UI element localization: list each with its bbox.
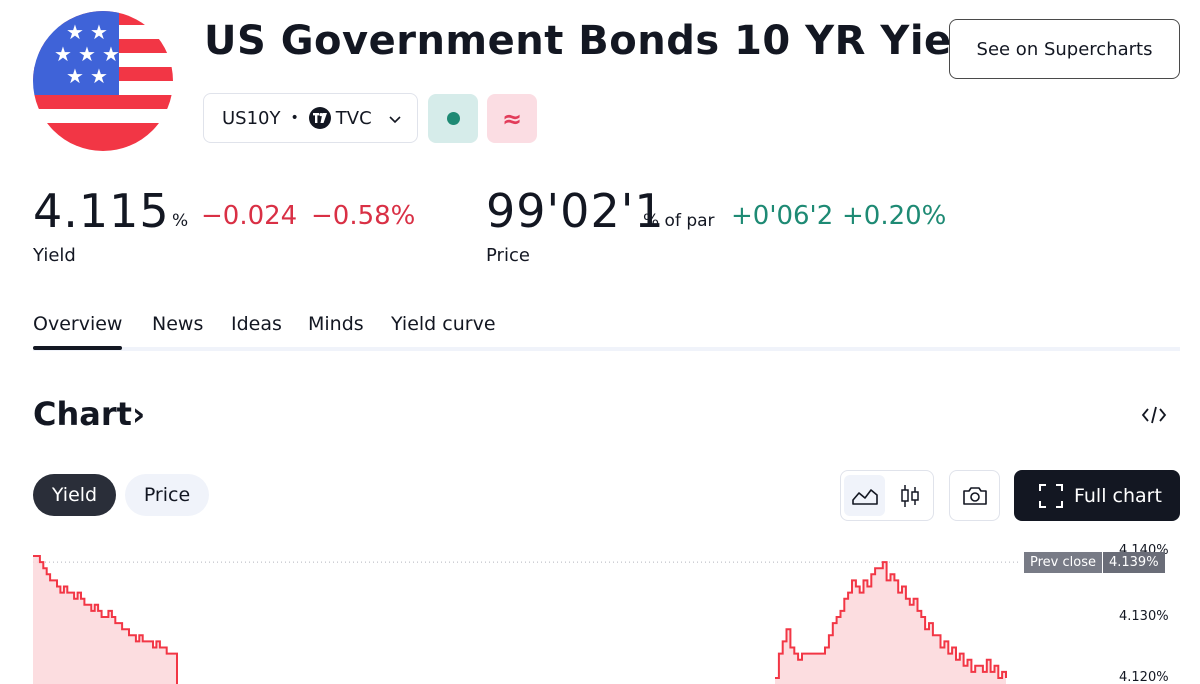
svg-text:★: ★ (78, 42, 96, 66)
symbol-selector[interactable]: US10Y • TVC (203, 93, 418, 143)
price-change: +0'06'2 (731, 201, 834, 231)
chart-type-group (840, 470, 934, 521)
full-chart-label: Full chart (1074, 484, 1162, 507)
area-chart-button[interactable] (844, 475, 885, 516)
camera-icon (962, 486, 987, 505)
yield-area-chart[interactable] (0, 540, 1200, 684)
chart-heading-link[interactable]: Chart› (33, 395, 145, 433)
market-open-dot-icon (446, 112, 460, 125)
price-value: 99'02'1 (486, 184, 665, 238)
chart-heading-text: Chart (33, 395, 132, 433)
symbol-ticker: US10Y (222, 107, 281, 129)
tab-yield-curve[interactable]: Yield curve (391, 313, 496, 335)
symbol-separator: • (290, 110, 299, 126)
prev-close-label: Prev close (1024, 552, 1102, 573)
yield-value: 4.115 (33, 184, 170, 238)
see-on-supercharts-button[interactable]: See on Supercharts (949, 19, 1180, 79)
prev-close-value: 4.139% (1102, 552, 1165, 573)
series-area-fill (33, 556, 177, 684)
full-chart-button[interactable]: Full chart (1014, 470, 1180, 521)
fullscreen-icon (1039, 483, 1063, 508)
approx-equal-icon: ≈ (501, 104, 523, 133)
tab-overview[interactable]: Overview (33, 313, 122, 335)
us-flag-icon: ★ ★ ★ ★ ★ ★ ★ (33, 11, 173, 151)
svg-text:★: ★ (66, 64, 84, 88)
svg-text:★: ★ (90, 20, 108, 44)
price-change-percent: +0.20% (842, 201, 947, 231)
svg-text:★: ★ (66, 20, 84, 44)
yield-change: −0.024 (201, 201, 298, 231)
y-axis-tick: 4.120% (1119, 670, 1169, 684)
code-embed-icon[interactable] (1140, 404, 1168, 426)
symbol-exchange: TVC (335, 107, 372, 129)
prev-close-tag: Prev close 4.139% (1024, 552, 1165, 573)
price-unit: % of par (643, 211, 715, 231)
active-tab-indicator (33, 346, 122, 350)
yield-unit: % (172, 211, 189, 231)
svg-text:★: ★ (90, 64, 108, 88)
page-title: US Government Bonds 10 YR Yield (204, 18, 996, 64)
y-axis-tick: 4.130% (1119, 609, 1169, 624)
svg-text:★: ★ (54, 42, 72, 66)
tab-ideas[interactable]: Ideas (231, 313, 282, 335)
price-toggle-button[interactable]: Price (125, 474, 209, 516)
snapshot-button[interactable] (949, 470, 1000, 521)
yield-label: Yield (33, 245, 76, 266)
candles-icon (900, 484, 919, 507)
price-label: Price (486, 245, 530, 266)
tv-logo-icon (308, 107, 331, 129)
tab-news[interactable]: News (152, 313, 203, 335)
tab-minds[interactable]: Minds (308, 313, 364, 335)
chevron-right-icon: › (131, 395, 146, 433)
area-chart-icon (851, 488, 878, 505)
chevron-down-icon (388, 108, 402, 129)
candles-chart-button[interactable] (889, 475, 930, 516)
svg-text:★: ★ (102, 42, 120, 66)
yield-toggle-button[interactable]: Yield (33, 474, 116, 516)
yield-change-percent: −0.58% (311, 201, 416, 231)
market-status-badge[interactable] (428, 94, 478, 143)
section-tabs: Overview News Ideas Minds Yield curve (33, 313, 1180, 351)
delayed-data-badge[interactable]: ≈ (487, 94, 537, 143)
